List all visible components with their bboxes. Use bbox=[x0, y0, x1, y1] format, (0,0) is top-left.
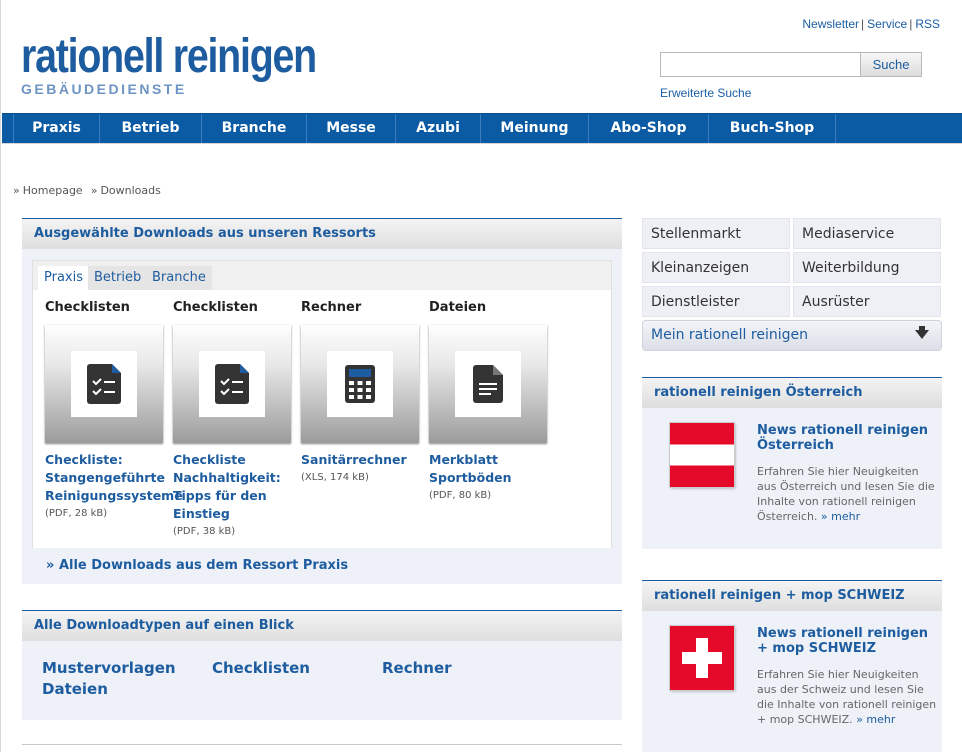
type-checklisten[interactable]: Checklisten bbox=[212, 658, 310, 679]
next-panel-edge bbox=[22, 744, 622, 745]
download-thumbnail[interactable] bbox=[173, 325, 291, 443]
mein-label: Mein rationell reinigen bbox=[651, 327, 808, 343]
nav-buch-shop[interactable]: Buch-Shop bbox=[709, 114, 836, 143]
nav-betrieb[interactable]: Betrieb bbox=[100, 114, 202, 143]
breadcrumb-downloads: Downloads bbox=[100, 184, 161, 197]
document-icon bbox=[473, 365, 503, 403]
austria-flag-icon[interactable] bbox=[670, 423, 734, 487]
nav-abo-shop[interactable]: Abo-Shop bbox=[589, 114, 709, 143]
side-link-dienstleister[interactable]: Dienstleister bbox=[642, 286, 790, 317]
austria-more-link[interactable]: » mehr bbox=[821, 510, 860, 523]
tab-branche[interactable]: Branche bbox=[146, 266, 212, 290]
austria-news-text: Erfahren Sie hier Neuigkeiten aus Österr… bbox=[757, 464, 937, 524]
ressort-tabs: Praxis Betrieb Branche Checklisten Check… bbox=[32, 260, 612, 548]
site-logo[interactable]: rationell reinigen GEBÄUDEDIENSTE bbox=[21, 30, 381, 98]
nav-branche[interactable]: Branche bbox=[202, 114, 307, 143]
download-thumbnail[interactable] bbox=[429, 325, 547, 443]
more-label: mehr bbox=[866, 713, 896, 726]
newsletter-link[interactable]: Newsletter bbox=[802, 17, 859, 31]
download-meta: (XLS, 174 kB) bbox=[301, 472, 369, 483]
side-link-ausruester[interactable]: Ausrüster bbox=[793, 286, 941, 317]
download-title[interactable]: Checkliste: Stangengeführte Reinigungssy… bbox=[45, 451, 183, 505]
nav-azubi[interactable]: Azubi bbox=[396, 114, 481, 143]
breadcrumb-arrow-icon: » bbox=[90, 184, 98, 197]
arrow-down-icon bbox=[915, 326, 929, 339]
rss-link[interactable]: RSS bbox=[915, 17, 940, 31]
checklist-icon bbox=[215, 364, 249, 404]
swiss-more-link[interactable]: » mehr bbox=[856, 713, 895, 726]
download-meta: (PDF, 80 kB) bbox=[429, 490, 492, 501]
side-link-stellenmarkt[interactable]: Stellenmarkt bbox=[642, 218, 790, 249]
calculator-icon bbox=[345, 365, 375, 403]
nav-divider bbox=[2, 143, 962, 144]
tab-praxis[interactable]: Praxis bbox=[38, 266, 89, 291]
download-category: Checklisten bbox=[45, 300, 130, 315]
checklist-icon bbox=[87, 364, 121, 404]
service-link[interactable]: Service bbox=[867, 17, 907, 31]
swiss-panel: rationell reinigen + mop SCHWEIZ News ra… bbox=[642, 580, 942, 752]
all-downloads-praxis-link[interactable]: » Alle Downloads aus dem Ressort Praxis bbox=[46, 558, 348, 573]
tab-betrieb[interactable]: Betrieb bbox=[88, 266, 148, 290]
type-rechner[interactable]: Rechner bbox=[382, 658, 452, 679]
breadcrumb-arrow-icon: » bbox=[13, 184, 20, 197]
swiss-text: Erfahren Sie hier Neuigkeiten aus der Sc… bbox=[757, 668, 937, 726]
nav-praxis[interactable]: Praxis bbox=[13, 114, 100, 143]
link-arrow-icon: » bbox=[46, 558, 59, 573]
download-item: Dateien Merkblatt Sportböden (PDF, 80 kB… bbox=[429, 290, 554, 501]
panel-title: Alle Downloadtypen auf einen Blick bbox=[22, 610, 622, 641]
nav-meinung[interactable]: Meinung bbox=[481, 114, 589, 143]
top-links: Newsletter | Service | RSS bbox=[802, 17, 940, 31]
panel-title: rationell reinigen Österreich bbox=[642, 377, 942, 408]
search-button[interactable]: Suche bbox=[860, 52, 922, 77]
download-category: Checklisten bbox=[173, 300, 258, 315]
logo-title: rationell reinigen bbox=[21, 30, 317, 83]
download-category: Dateien bbox=[429, 300, 487, 315]
download-types-panel: Alle Downloadtypen auf einen Blick Muste… bbox=[22, 610, 622, 720]
swiss-news-title[interactable]: News rationell reinigen + mop SCHWEIZ bbox=[757, 626, 937, 656]
panel-title: rationell reinigen + mop SCHWEIZ bbox=[642, 580, 942, 611]
type-mustervorlagen[interactable]: Mustervorlagen bbox=[42, 658, 176, 679]
mein-rationell-reinigen-dropdown[interactable]: Mein rationell reinigen bbox=[642, 320, 942, 351]
download-thumbnail[interactable] bbox=[301, 325, 419, 443]
download-item: Rechner Sanitärrechner (XLS, 174 kB) bbox=[301, 290, 426, 483]
download-title[interactable]: Sanitärrechner bbox=[301, 451, 426, 469]
search-input[interactable] bbox=[660, 52, 862, 77]
main-nav: Praxis Betrieb Branche Messe Azubi Meinu… bbox=[2, 113, 962, 143]
download-category: Rechner bbox=[301, 300, 362, 315]
download-title[interactable]: Checkliste Nachhaltigkeit: Tipps für den… bbox=[173, 451, 298, 523]
side-link-kleinanzeigen[interactable]: Kleinanzeigen bbox=[642, 252, 790, 283]
tab-content: Checklisten Checkliste: Stangengeführte … bbox=[33, 290, 611, 548]
swiss-flag-icon[interactable] bbox=[670, 626, 734, 690]
page: Newsletter | Service | RSS rationell reinige… bbox=[0, 0, 962, 752]
side-link-weiterbildung[interactable]: Weiterbildung bbox=[793, 252, 941, 283]
panel-title: Ausgewählte Downloads aus unseren Ressor… bbox=[22, 218, 622, 249]
download-meta: (PDF, 28 kB) bbox=[45, 508, 108, 519]
breadcrumb-homepage[interactable]: Homepage bbox=[23, 184, 83, 197]
download-meta: (PDF, 38 kB) bbox=[173, 526, 236, 537]
all-downloads-label: Alle Downloads aus dem Ressort Praxis bbox=[58, 558, 349, 573]
logo-subtitle: GEBÄUDEDIENSTE bbox=[21, 81, 187, 97]
advanced-search-link[interactable]: Erweiterte Suche bbox=[660, 86, 751, 100]
nav-messe[interactable]: Messe bbox=[307, 114, 396, 143]
side-link-mediaservice[interactable]: Mediaservice bbox=[793, 218, 941, 249]
swiss-news-text: Erfahren Sie hier Neuigkeiten aus der Sc… bbox=[757, 667, 937, 727]
download-item: Checklisten Checkliste Nachhaltigkeit: T… bbox=[173, 290, 298, 537]
austria-news-title[interactable]: News rationell reinigen Österreich bbox=[757, 423, 937, 453]
download-thumbnail[interactable] bbox=[45, 325, 163, 443]
more-label: mehr bbox=[831, 510, 861, 523]
austria-panel: rationell reinigen Österreich News ratio… bbox=[642, 377, 942, 549]
breadcrumb: » Homepage» Downloads bbox=[13, 184, 169, 197]
type-dateien[interactable]: Dateien bbox=[42, 679, 108, 700]
download-item: Checklisten Checkliste: Stangengeführte … bbox=[45, 290, 183, 519]
download-title[interactable]: Merkblatt Sportböden bbox=[429, 451, 554, 487]
selected-downloads-panel: Ausgewählte Downloads aus unseren Ressor… bbox=[22, 218, 622, 584]
